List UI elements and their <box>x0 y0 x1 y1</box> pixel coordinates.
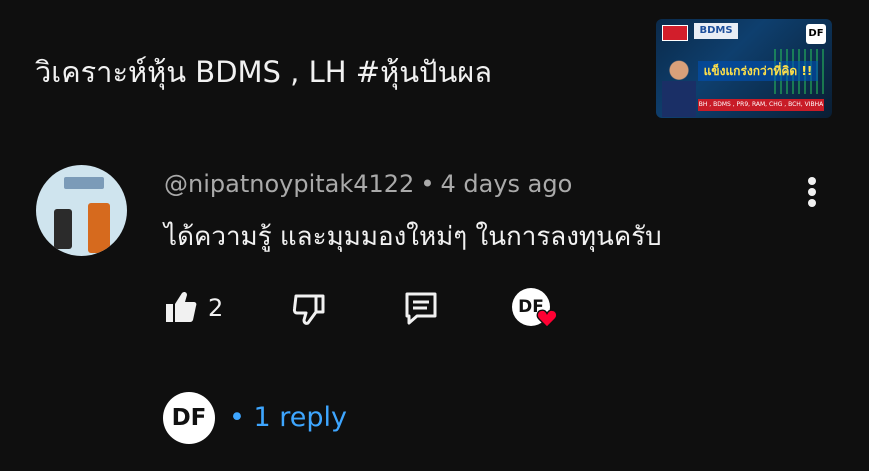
author-handle[interactable]: @nipatnoypitak4122 <box>164 170 414 198</box>
thumbs-down-icon <box>292 294 325 325</box>
thumbnail-presenter <box>662 57 696 117</box>
thumbnail-channel-logo: DF <box>806 24 826 44</box>
separator-dot: • <box>420 170 435 198</box>
reply-author-avatar: DF <box>163 392 215 444</box>
comment-timestamp[interactable]: 4 days ago <box>440 170 572 198</box>
like-button[interactable] <box>164 290 198 326</box>
avatar-bottle-orange <box>88 203 110 253</box>
comment-icon <box>405 292 437 325</box>
thumbnail-ticker: BH , BDMS , PR9, RAM, CHG , BCH, VIBHA <box>698 99 824 111</box>
dislike-button[interactable] <box>291 290 327 326</box>
creator-heart[interactable]: DF <box>512 288 558 332</box>
thumbnail-headline: แข็งแกร่งกว่าที่คิด !! <box>698 61 818 81</box>
comment-body: ได้ความรู้ และมุมมองใหม่ๆ ในการลงทุนครับ <box>164 222 662 252</box>
thumbs-up-icon <box>166 291 197 322</box>
more-vert-icon <box>808 177 816 185</box>
avatar-logo <box>64 177 104 189</box>
replies-count-link[interactable]: • 1 reply <box>229 400 347 436</box>
more-actions-button[interactable] <box>800 172 824 212</box>
heart-icon <box>536 309 558 328</box>
thumbnail-brand: BDMS <box>694 23 738 39</box>
avatar-bottle-dark <box>54 209 72 249</box>
author-avatar[interactable] <box>36 165 127 256</box>
reply-button[interactable] <box>403 290 439 326</box>
more-vert-icon-dot <box>808 188 816 196</box>
video-title[interactable]: วิเคราะห์หุ้น BDMS , LH #หุ้นปันผล <box>35 50 492 94</box>
more-vert-icon-dot <box>808 199 816 207</box>
like-count: 2 <box>208 294 224 322</box>
comment-header: @nipatnoypitak4122 • 4 days ago <box>164 168 572 200</box>
video-thumbnail[interactable]: BDMS DF แข็งแกร่งกว่าที่คิด !! BH , BDMS… <box>656 19 832 118</box>
thumbnail-badge <box>662 25 688 41</box>
